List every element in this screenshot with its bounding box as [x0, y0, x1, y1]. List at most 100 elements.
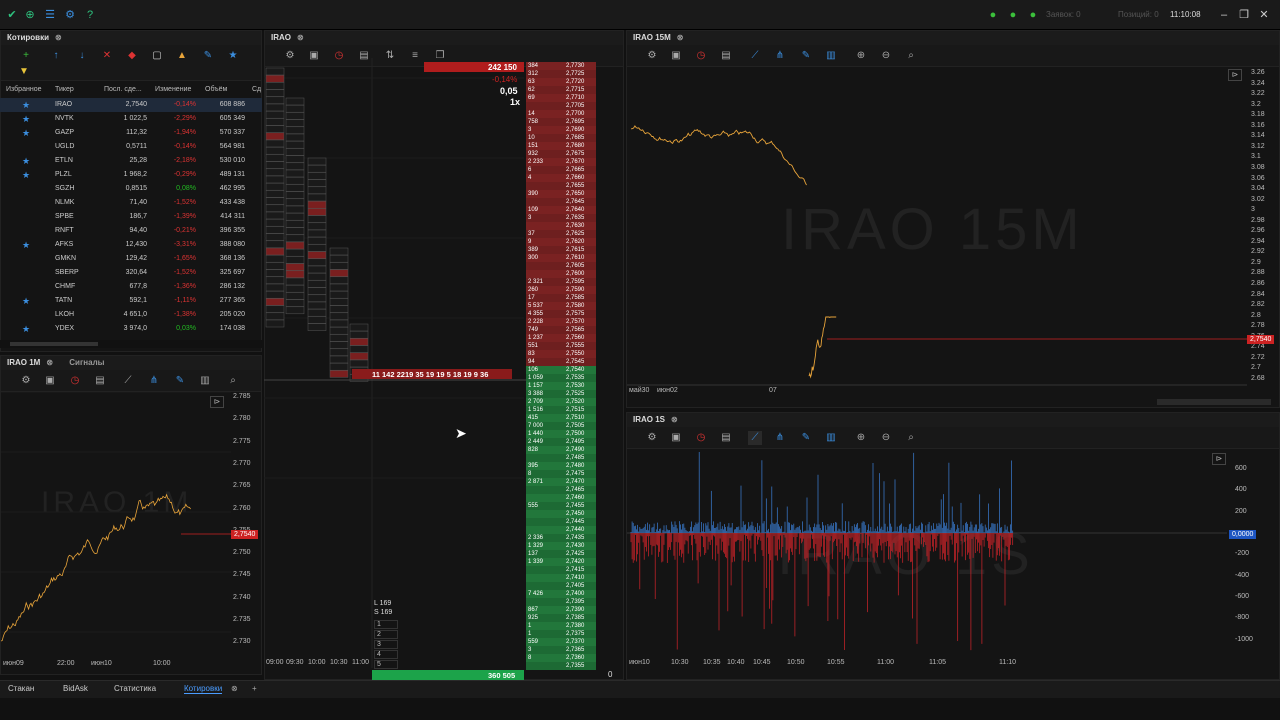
ask-row[interactable]	[526, 222, 596, 230]
bid-row[interactable]	[526, 526, 596, 534]
eraser-icon[interactable]: ◆	[125, 49, 139, 63]
pencil-icon[interactable]: ✎	[799, 49, 813, 63]
ask-row[interactable]	[526, 182, 596, 190]
table-row[interactable]: GMKN 129,42 -1,65% 368 136	[0, 252, 262, 266]
pen-icon[interactable]: ✎	[201, 49, 215, 63]
col-volume[interactable]: Объём	[205, 86, 227, 93]
ask-row[interactable]	[526, 126, 596, 134]
bid-row[interactable]	[526, 518, 596, 526]
ask-row[interactable]	[526, 78, 596, 86]
autoscale-icon[interactable]: ⊳	[1212, 453, 1226, 465]
table-row[interactable]: NLMK 71,40 -1,52% 433 438	[0, 196, 262, 210]
ask-row[interactable]	[526, 294, 596, 302]
zoom-icon[interactable]: ⌕	[226, 374, 240, 388]
col-ticker[interactable]: Тикер	[55, 86, 74, 93]
add-tab-icon[interactable]: +	[252, 684, 257, 693]
table-row[interactable]: ★ NVTK 1 022,5 -2,29% 605 349	[0, 112, 262, 126]
bid-row[interactable]	[526, 454, 596, 462]
level-option[interactable]: 4	[374, 650, 398, 659]
copy-icon[interactable]: ▢	[150, 49, 164, 63]
filter-icon[interactable]: ▼	[17, 65, 31, 79]
quotes-hscroll[interactable]	[0, 340, 262, 348]
close-icon[interactable]: ⊗	[55, 31, 62, 45]
col-last[interactable]: Посл. сде...	[104, 86, 142, 93]
zoom-out-icon[interactable]: ⊖	[879, 431, 893, 445]
ask-row[interactable]	[526, 262, 596, 270]
clock-icon[interactable]: ◷	[68, 374, 82, 388]
level-option[interactable]: 3	[374, 640, 398, 649]
minimize-icon[interactable]: –	[1218, 9, 1230, 21]
help-icon[interactable]: ?	[84, 9, 96, 21]
camera-icon[interactable]: ▣	[669, 431, 683, 445]
bell-icon[interactable]: ▲	[175, 49, 189, 63]
table-row[interactable]: ★ TATN 592,1 -1,11% 277 365	[0, 294, 262, 308]
ask-row[interactable]	[526, 94, 596, 102]
bid-row[interactable]	[526, 654, 596, 662]
template-icon[interactable]: ▤	[93, 374, 107, 388]
delete-icon[interactable]: ✕	[100, 49, 114, 63]
fork-icon[interactable]: ⋔	[773, 49, 787, 63]
indicators-icon[interactable]: ▥	[198, 374, 212, 388]
arrow-up-icon[interactable]: ↑	[49, 49, 63, 63]
favorite-star-icon[interactable]: ★	[22, 126, 30, 140]
level-option[interactable]: 2	[374, 630, 398, 639]
bid-row[interactable]	[526, 598, 596, 606]
search-icon[interactable]: ⌕	[904, 431, 918, 445]
fork-icon[interactable]: ⋔	[147, 374, 161, 388]
ask-row[interactable]	[526, 134, 596, 142]
chart-1s-canvas[interactable]	[627, 449, 1227, 661]
col-trades[interactable]: Сд	[252, 86, 261, 93]
chart-15m-scrollbar[interactable]	[1157, 399, 1271, 405]
multiplier-label[interactable]: 1x	[510, 97, 520, 107]
clock-icon[interactable]: ◷	[694, 49, 708, 63]
ask-row[interactable]	[526, 110, 596, 118]
indicators-icon[interactable]: ▥	[824, 431, 838, 445]
table-row[interactable]: CHMF 677,8 -1,36% 286 132	[0, 280, 262, 294]
gear-icon[interactable]: ⚙	[64, 9, 76, 21]
chart-15m-canvas[interactable]	[627, 67, 1247, 387]
maximize-icon[interactable]: ❐	[1238, 9, 1250, 21]
ask-row[interactable]	[526, 166, 596, 174]
table-row[interactable]: ★ ETLN 25,28 -2,18% 530 010	[0, 154, 262, 168]
level-option[interactable]: 5	[374, 660, 398, 669]
ask-row[interactable]	[526, 174, 596, 182]
table-row[interactable]: SBERP 320,64 -1,52% 325 697	[0, 266, 262, 280]
table-row[interactable]: ★ IRAO 2,7540 -0,14% 608 886	[0, 98, 262, 112]
zoom-out-icon[interactable]: ⊖	[879, 49, 893, 63]
close-icon[interactable]: ⊗	[46, 356, 53, 370]
ask-row[interactable]	[526, 358, 596, 366]
close-icon[interactable]: ⊗	[677, 31, 684, 45]
tab-statistics[interactable]: Статистика	[114, 684, 156, 693]
camera-icon[interactable]: ▣	[43, 374, 57, 388]
template-icon[interactable]: ▤	[719, 49, 733, 63]
bid-row[interactable]	[526, 622, 596, 630]
ask-row[interactable]	[526, 230, 596, 238]
template-icon[interactable]: ▤	[719, 431, 733, 445]
favorite-star-icon[interactable]: ★	[22, 112, 30, 126]
bid-row[interactable]	[526, 630, 596, 638]
fork-icon[interactable]: ⋔	[773, 431, 787, 445]
table-row[interactable]: RNFT 94,40 -0,21% 396 355	[0, 224, 262, 238]
indicators-icon[interactable]: ▥	[824, 49, 838, 63]
favorite-star-icon[interactable]: ★	[22, 98, 30, 112]
ask-row[interactable]	[526, 270, 596, 278]
ask-row[interactable]	[526, 198, 596, 206]
logo-icon[interactable]: ✔	[6, 9, 18, 21]
favorite-star-icon[interactable]: ★	[22, 294, 30, 308]
chart-1s-title[interactable]: IRAO 1S	[633, 415, 665, 424]
pencil-icon[interactable]: ✎	[799, 431, 813, 445]
trendline-icon[interactable]: ⟋	[121, 374, 135, 388]
ask-row[interactable]	[526, 86, 596, 94]
settings-icon[interactable]: ⚙	[645, 431, 659, 445]
bid-row[interactable]	[526, 662, 596, 670]
close-icon[interactable]: ⊗	[231, 684, 238, 693]
bid-row[interactable]	[526, 510, 596, 518]
tab-quotes[interactable]: Котировки	[184, 684, 223, 694]
autoscale-icon[interactable]: ⊳	[210, 396, 224, 408]
bid-row[interactable]	[526, 470, 596, 478]
table-row[interactable]: ★ GAZP 112,32 -1,94% 570 337	[0, 126, 262, 140]
camera-icon[interactable]: ▣	[669, 49, 683, 63]
close-icon[interactable]: ⊗	[671, 413, 678, 427]
table-row[interactable]: SPBE 186,7 -1,39% 414 311	[0, 210, 262, 224]
trendline-icon[interactable]: ⟋	[748, 431, 762, 445]
